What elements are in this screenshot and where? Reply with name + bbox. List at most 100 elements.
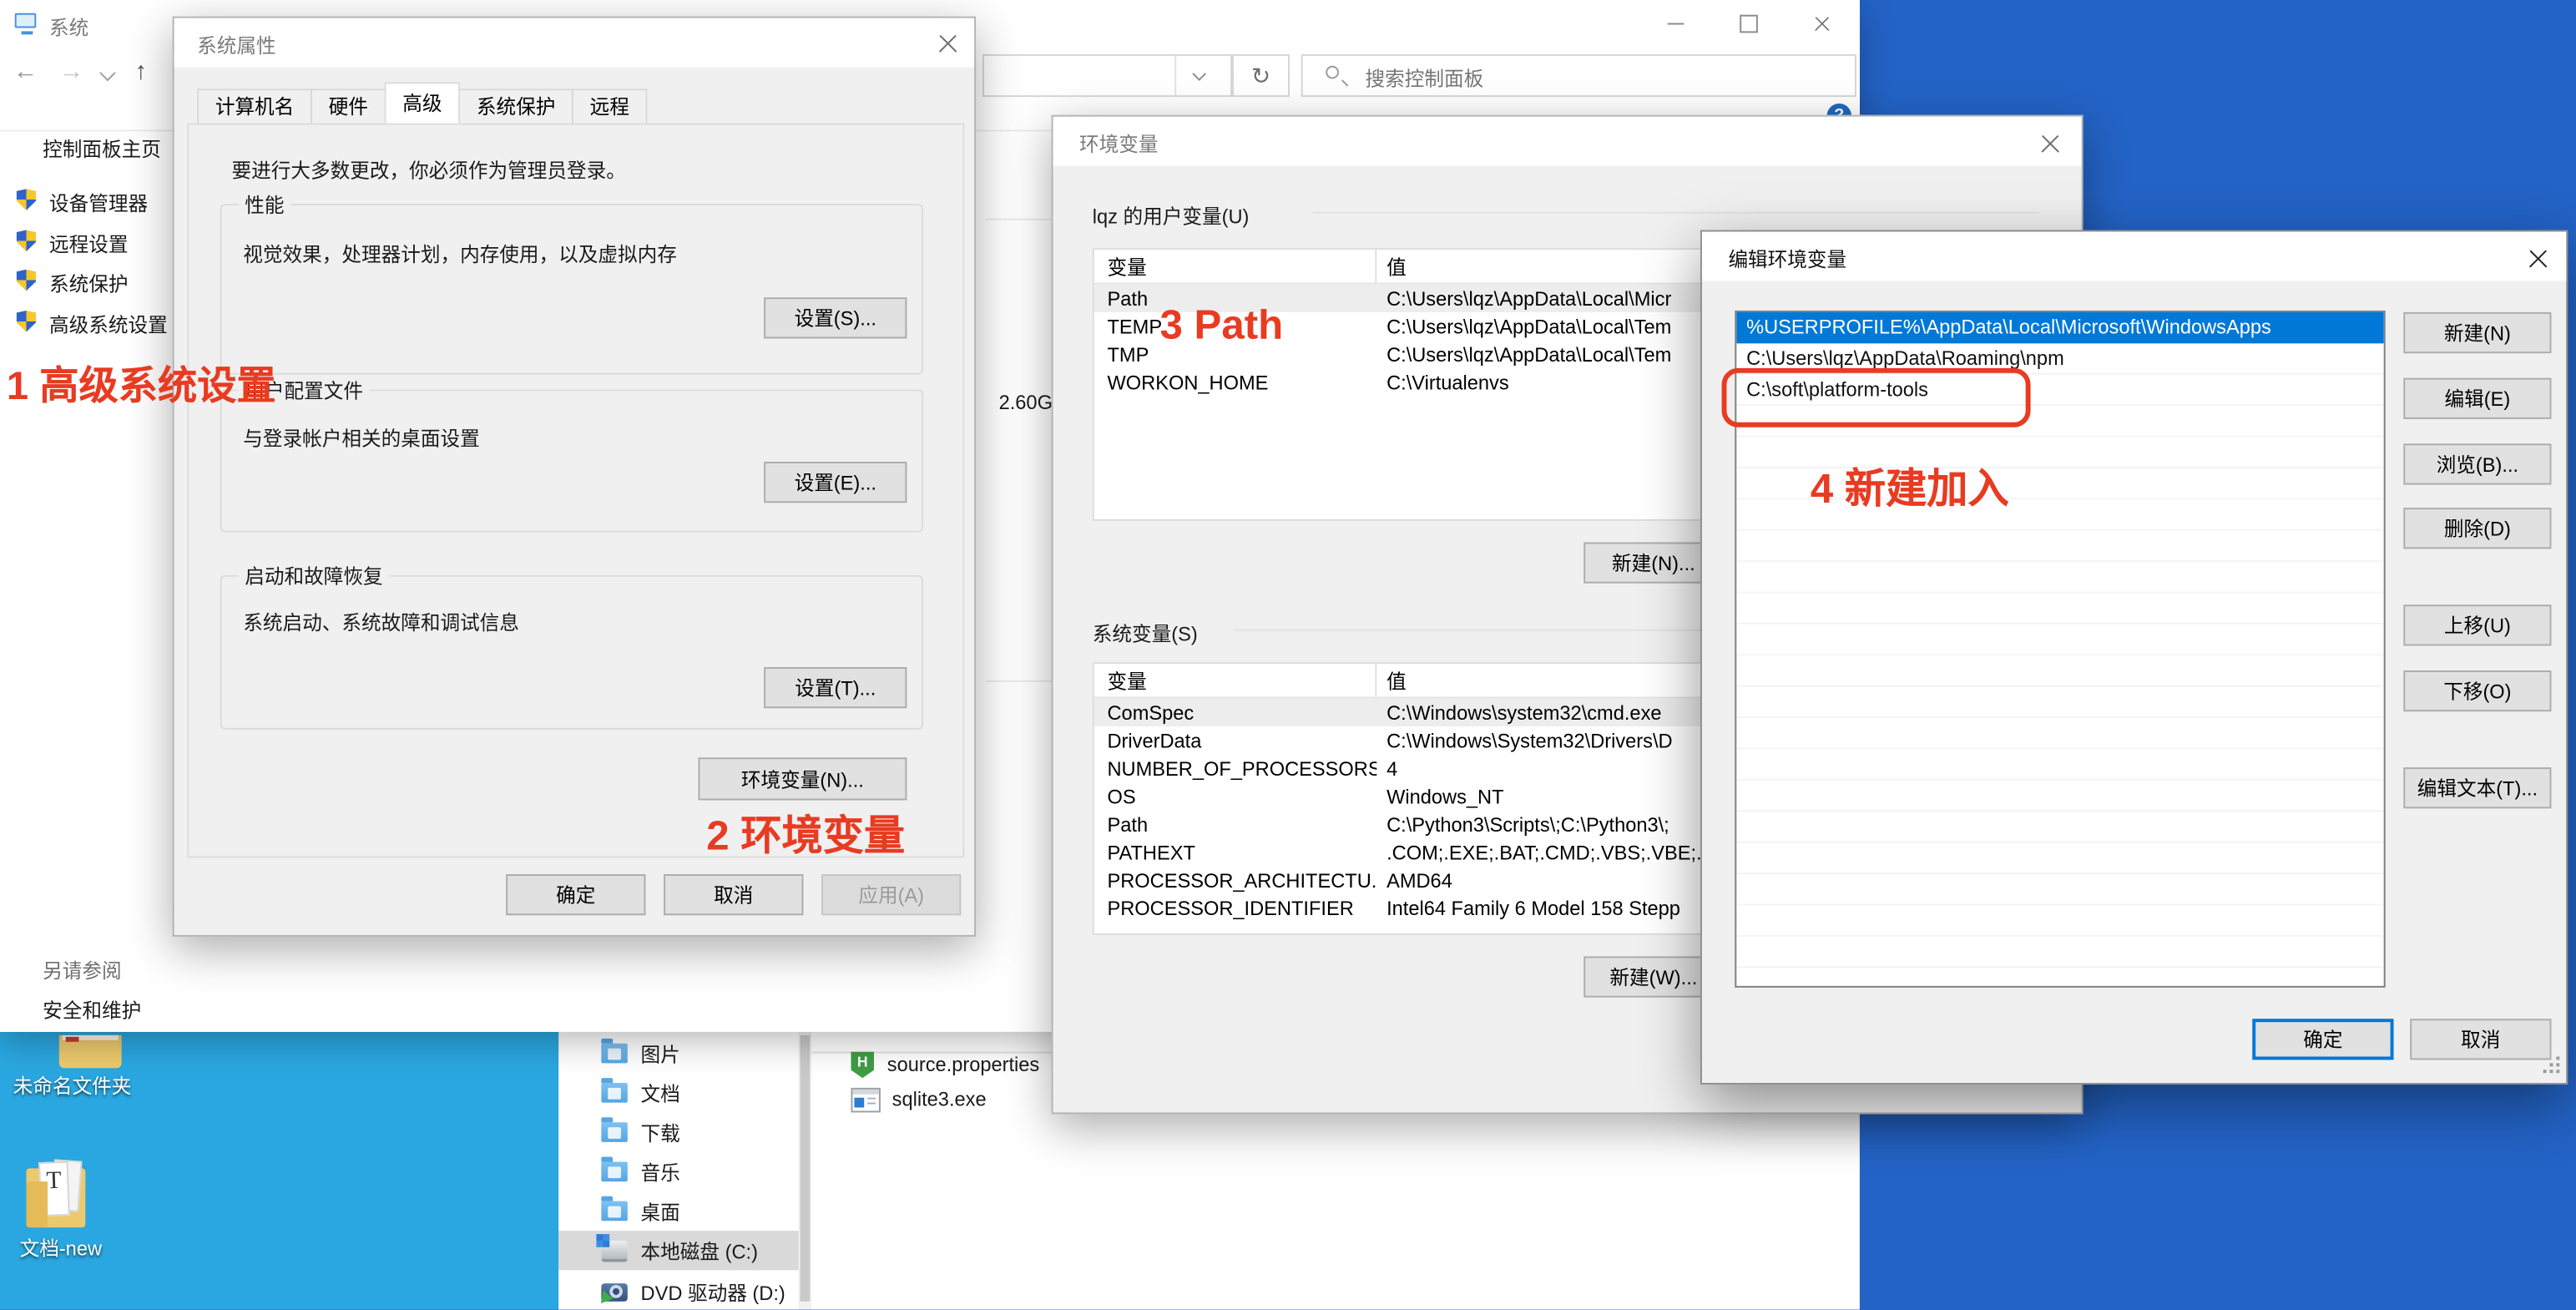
edit-text-button[interactable]: 编辑文本(T)...	[2403, 767, 2551, 808]
performance-group: 性能	[220, 204, 923, 375]
close-icon[interactable]	[2038, 131, 2063, 156]
back-icon[interactable]: ←	[13, 58, 38, 85]
documents-folder-icon	[601, 1083, 627, 1103]
ok-button[interactable]: 确定	[506, 874, 645, 915]
tab-strip: 计算机名 硬件 高级 系统保护 远程	[197, 83, 645, 124]
startup-desc: 系统启动、系统故障和调试信息	[243, 608, 519, 635]
list-item-empty[interactable]	[1736, 625, 2383, 655]
dialog-title: 编辑环境变量	[1728, 245, 1846, 272]
tab-remote[interactable]: 远程	[572, 89, 648, 124]
nav-item-pictures[interactable]: 图片	[558, 1034, 798, 1073]
performance-desc: 视觉效果，处理器计划，内存使用，以及虚拟内存	[243, 240, 677, 267]
list-item-empty[interactable]	[1736, 531, 2383, 562]
move-up-button[interactable]: 上移(U)	[2403, 604, 2551, 645]
annotation-1-advanced-settings: 1 高级系统设置	[7, 353, 276, 411]
screen: 未命名文件夹 T 文档-new 图片 文档 下载 音乐 桌面 本地磁盘 (C:)…	[0, 0, 2576, 1310]
address-bar[interactable]	[982, 54, 1232, 97]
list-item-empty[interactable]	[1736, 843, 2383, 874]
uac-shield-icon	[17, 230, 37, 252]
move-down-button[interactable]: 下移(O)	[2403, 670, 2551, 711]
list-item-empty[interactable]	[1736, 812, 2383, 842]
annotation-3-path: 3 Path	[1159, 302, 1283, 350]
downloads-folder-icon	[601, 1122, 627, 1142]
nav-item-downloads[interactable]: 下载	[558, 1112, 798, 1151]
nav-item-desktop[interactable]: 桌面	[558, 1191, 798, 1231]
list-item-empty[interactable]	[1736, 718, 2383, 749]
annotation-highlight-box	[1722, 368, 2031, 427]
sidebar-home-link[interactable]: 控制面板主页	[43, 134, 161, 162]
browse-button[interactable]: 浏览(B)...	[2403, 443, 2551, 484]
uac-shield-icon	[17, 270, 37, 291]
list-item-empty[interactable]	[1736, 781, 2383, 812]
forward-icon[interactable]: →	[59, 58, 84, 85]
file-item-sqlite3-exe[interactable]: sqlite3.exe	[851, 1085, 986, 1114]
dialog-title: 环境变量	[1079, 129, 1158, 157]
performance-settings-button[interactable]: 设置(S)...	[764, 297, 907, 338]
tab-hardware[interactable]: 硬件	[311, 89, 386, 124]
edit-button[interactable]: 编辑(E)	[2403, 378, 2551, 419]
tab-advanced[interactable]: 高级	[385, 82, 461, 124]
up-icon[interactable]: ↑	[134, 58, 147, 85]
uac-shield-icon	[17, 311, 37, 332]
nav-item-documents[interactable]: 文档	[558, 1073, 798, 1112]
desktop-icon-documents-new[interactable]: T	[26, 1156, 95, 1233]
search-box[interactable]	[1301, 54, 1856, 97]
nav-item-dvd-drive-d[interactable]: DVD 驱动器 (D:)	[558, 1272, 798, 1309]
nav-scrollbar[interactable]	[798, 1032, 811, 1310]
search-icon	[1326, 66, 1339, 79]
nav-item-local-disk-c[interactable]: 本地磁盘 (C:)	[558, 1231, 798, 1270]
tab-computer-name[interactable]: 计算机名	[197, 89, 312, 124]
list-item-empty[interactable]	[1736, 687, 2383, 718]
list-item-empty[interactable]	[1736, 655, 2383, 686]
recent-pages-chevron-icon[interactable]	[99, 65, 115, 81]
minimize-button[interactable]	[1638, 0, 1712, 48]
profiles-settings-button[interactable]: 设置(E)...	[764, 462, 907, 503]
close-icon[interactable]	[2527, 246, 2552, 271]
folder-front	[26, 1181, 48, 1227]
startup-settings-button[interactable]: 设置(T)...	[764, 667, 907, 708]
cancel-button[interactable]: 取消	[664, 874, 803, 915]
list-item-empty[interactable]	[1736, 749, 2383, 780]
list-item-empty[interactable]	[1736, 593, 2383, 624]
delete-button[interactable]: 删除(D)	[2403, 508, 2551, 549]
desktop-icon-label[interactable]: 未命名文件夹	[0, 1071, 151, 1099]
nav-item-music[interactable]: 音乐	[558, 1152, 798, 1191]
desktop-icon-label[interactable]: 文档-new	[0, 1234, 122, 1262]
maximize-button[interactable]	[1712, 0, 1786, 48]
close-icon[interactable]	[937, 31, 962, 56]
apply-button: 应用(A)	[821, 874, 961, 915]
system-properties-dialog: 系统属性 计算机名 硬件 高级 系统保护 远程 要进行大多数更改，你必须作为管理…	[173, 17, 976, 937]
resize-grip-icon[interactable]	[2543, 1056, 2562, 1075]
list-item-empty[interactable]	[1736, 905, 2383, 936]
new-button[interactable]: 新建(N)	[2403, 312, 2551, 353]
search-input[interactable]	[1362, 63, 1846, 95]
list-item-selected[interactable]: %USERPROFILE%\AppData\Local\Microsoft\Wi…	[1736, 312, 2383, 343]
scrollbar-thumb[interactable]	[800, 1035, 810, 1302]
profiles-desc: 与登录帐户相关的桌面设置	[243, 424, 479, 452]
dialog-title-bar[interactable]	[174, 18, 974, 68]
properties-file-icon: H	[851, 1052, 874, 1078]
user-variables-label: lqz 的用户变量(U)	[1093, 202, 1250, 230]
dialog-title-bar[interactable]	[1053, 117, 2082, 166]
address-dropdown-chevron-icon[interactable]	[1192, 67, 1206, 81]
tab-system-protection[interactable]: 系统保护	[458, 89, 573, 124]
see-also-link-security[interactable]: 安全和维护	[43, 996, 141, 1024]
list-item-empty[interactable]	[1736, 874, 2383, 905]
exe-file-icon	[851, 1087, 880, 1112]
pictures-folder-icon	[601, 1044, 627, 1064]
desktop-icon-unnamed-folder[interactable]	[59, 1035, 122, 1068]
list-item-empty[interactable]	[1736, 937, 2383, 968]
system-variables-label: 系统变量(S)	[1093, 620, 1198, 647]
file-item-source-properties[interactable]: H source.properties	[851, 1050, 1039, 1080]
desktop-folder-icon	[601, 1201, 627, 1221]
list-item-empty[interactable]	[1736, 562, 2383, 593]
refresh-button[interactable]: ↻	[1232, 54, 1290, 97]
ok-button[interactable]: 确定	[2252, 1019, 2393, 1060]
close-button[interactable]	[1786, 0, 1860, 48]
see-also-header: 另请参阅	[43, 956, 121, 984]
environment-variables-button[interactable]: 环境变量(N)...	[698, 757, 907, 800]
cancel-button[interactable]: 取消	[2410, 1019, 2551, 1060]
local-disk-icon	[601, 1240, 627, 1262]
annotation-2-env-variables: 2 环境变量	[706, 803, 905, 862]
edit-environment-variable-dialog: 编辑环境变量 %USERPROFILE%\AppData\Local\Micro…	[1700, 230, 2568, 1085]
